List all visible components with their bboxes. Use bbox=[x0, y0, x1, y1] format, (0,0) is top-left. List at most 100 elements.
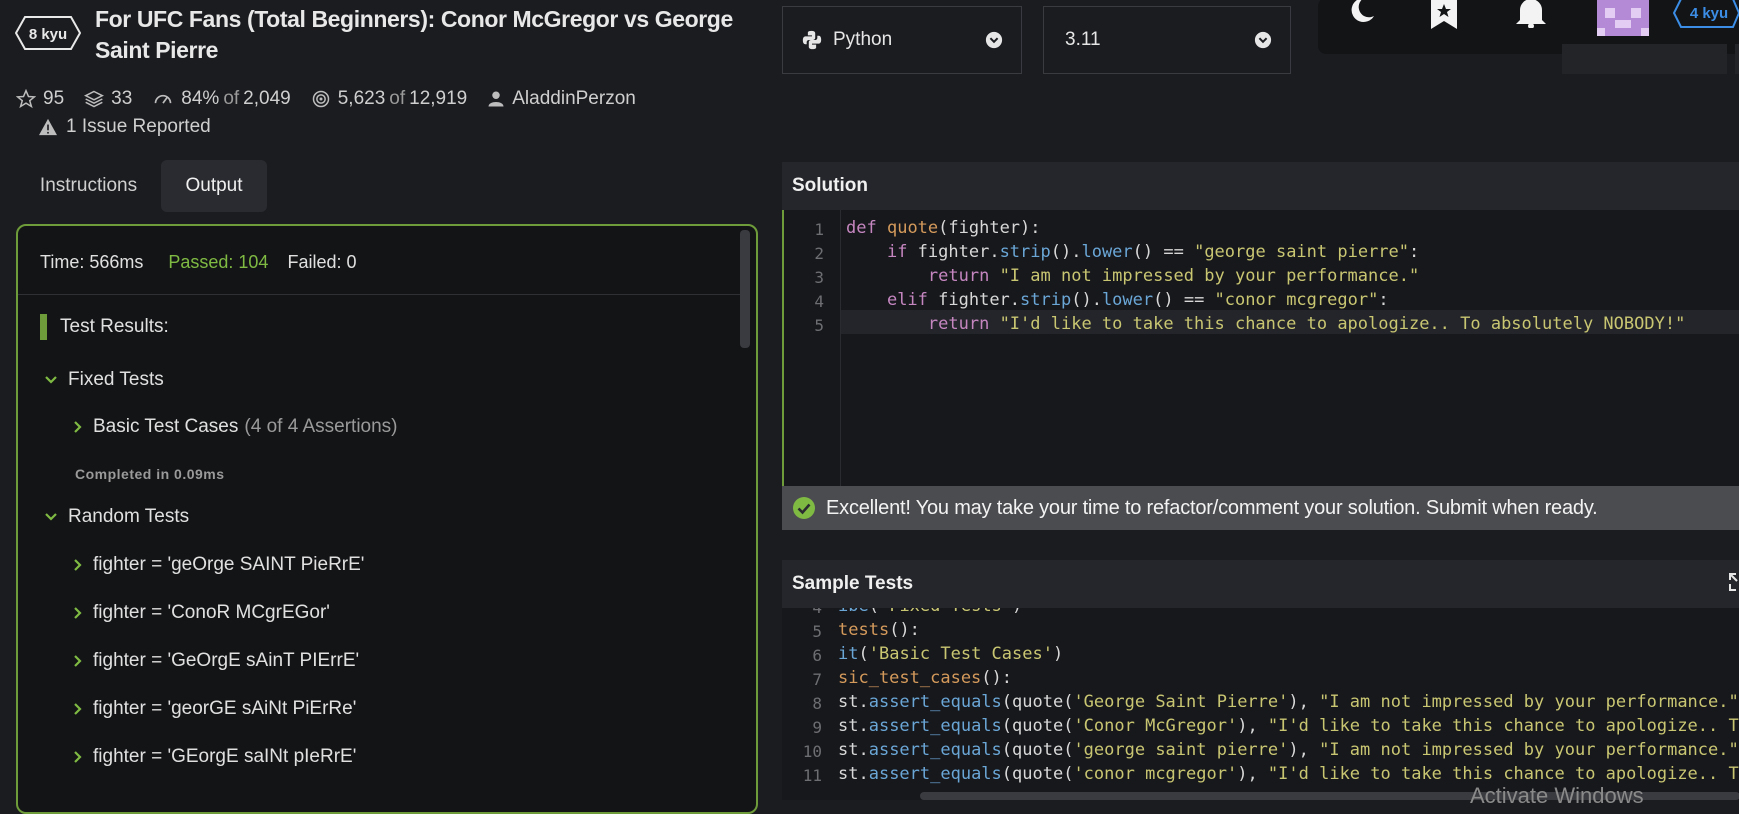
stars-stat[interactable]: 95 bbox=[16, 88, 64, 110]
random-tests-group[interactable]: Random Tests bbox=[44, 506, 189, 528]
completed-time: Completed in 0.09ms bbox=[75, 466, 225, 482]
issues-text: 1 Issue Reported bbox=[66, 116, 211, 137]
version-select[interactable]: 3.11 bbox=[1043, 6, 1291, 74]
tab-instructions[interactable]: Instructions bbox=[16, 160, 161, 212]
line-number: 3 bbox=[814, 268, 824, 287]
chevron-right-icon bbox=[74, 703, 82, 715]
stars-count: 95 bbox=[43, 88, 65, 109]
solution-title: Solution bbox=[782, 162, 1739, 210]
output-panel: Time: 566ms Passed: 104 Failed: 0 Test R… bbox=[16, 224, 758, 814]
random-test-label: fighter = 'georGE sAiNt PiErRe' bbox=[93, 698, 357, 719]
chevron-down-icon bbox=[985, 31, 1003, 49]
author-name[interactable]: AladdinPerzon bbox=[512, 88, 636, 110]
code-line: st.assert_equals(quote('George Saint Pie… bbox=[838, 692, 1739, 712]
warning-icon bbox=[39, 118, 57, 136]
author-stat[interactable]: AladdinPerzon bbox=[487, 88, 636, 110]
chevron-right-icon bbox=[74, 559, 82, 571]
line-number: 2 bbox=[814, 244, 824, 263]
chevron-down-icon bbox=[45, 513, 57, 521]
sample-tests-title: Sample Tests bbox=[782, 560, 1739, 608]
line-number: 5 bbox=[814, 316, 824, 335]
passed-count: Passed: 104 bbox=[168, 252, 269, 272]
chevron-right-icon bbox=[74, 607, 82, 619]
divider bbox=[18, 294, 743, 295]
collections-count: 33 bbox=[111, 88, 133, 109]
code-line: return "I am not impressed by your perfo… bbox=[927, 266, 1420, 286]
code-line: it('Basic Test Cases') bbox=[838, 644, 1064, 664]
list-item[interactable]: fighter = 'geOrge SAINT PieRrE' bbox=[73, 554, 364, 576]
gauge-icon bbox=[154, 94, 172, 104]
tab-output[interactable]: Output bbox=[161, 160, 267, 212]
line-number: 5 bbox=[812, 622, 822, 641]
star-icon bbox=[16, 89, 36, 109]
avatar[interactable] bbox=[1597, 0, 1649, 36]
satisfaction-of: of bbox=[223, 88, 240, 109]
sample-tests-editor[interactable]: 4 5 6 7 8 9 10 11 ibe('Fixed Tests') tes… bbox=[782, 608, 1739, 800]
time-text: Time: 566ms bbox=[40, 252, 144, 272]
line-number: 1 bbox=[814, 220, 824, 239]
fixed-tests-label: Fixed Tests bbox=[68, 369, 164, 390]
layers-icon bbox=[84, 90, 105, 108]
failed-count: Failed: 0 bbox=[287, 252, 357, 272]
kata-stats: 95 33 84% of 2,049 5,623 of 12,919 Aladd… bbox=[16, 87, 656, 111]
toolbar-button-placeholder[interactable] bbox=[1562, 44, 1727, 74]
line-number: 10 bbox=[802, 742, 822, 761]
random-test-label: fighter = 'GeOrgE sAinT PIErrE' bbox=[93, 650, 360, 671]
bell-icon[interactable] bbox=[1514, 0, 1548, 28]
solution-editor[interactable]: 1 2 3 4 5 def quote(fighter): if fighter… bbox=[782, 210, 1739, 486]
line-number: 6 bbox=[812, 646, 822, 665]
list-item[interactable]: fighter = 'GeOrgE sAinT PIErrE' bbox=[73, 650, 359, 672]
code-line: elif fighter.strip().lower() == "conor m… bbox=[886, 290, 1389, 310]
random-test-label: fighter = 'geOrge SAINT PieRrE' bbox=[93, 554, 365, 575]
line-number: 4 bbox=[782, 608, 822, 617]
satisfaction-stat: 84% of 2,049 bbox=[152, 88, 291, 110]
user-rank-text: 4 kyu bbox=[1690, 5, 1728, 22]
basic-test-cases-item[interactable]: Basic Test Cases (4 of 4 Assertions) bbox=[73, 416, 398, 438]
line-number: 11 bbox=[802, 766, 822, 785]
output-scrollbar[interactable] bbox=[740, 230, 750, 348]
test-results-marker bbox=[40, 314, 47, 340]
line-number: 8 bbox=[812, 694, 822, 713]
list-item[interactable]: fighter = 'ConoR MCgrEGor' bbox=[73, 602, 330, 624]
issues-link[interactable]: 1 Issue Reported bbox=[38, 116, 211, 138]
check-circle-icon bbox=[793, 497, 815, 519]
code-line: st.assert_equals(quote('george saint pie… bbox=[838, 740, 1739, 760]
code-line: sic_test_cases(): bbox=[838, 668, 1013, 688]
user-rank-badge[interactable]: 4 kyu bbox=[1673, 0, 1739, 28]
windows-watermark: Activate Windows bbox=[1470, 783, 1644, 808]
bookmark-star-icon[interactable] bbox=[1430, 0, 1458, 30]
code-line: tests(): bbox=[838, 620, 920, 640]
rank-badge: 8 kyu bbox=[15, 16, 81, 50]
completions-of: of bbox=[389, 88, 406, 109]
user-icon bbox=[488, 91, 504, 107]
chevron-right-icon bbox=[74, 751, 82, 763]
success-banner: Excellent! You may take your time to ref… bbox=[782, 486, 1739, 530]
toolbar-edge bbox=[1735, 44, 1739, 74]
random-test-label: fighter = 'ConoR MCgrEGor' bbox=[93, 602, 330, 623]
random-test-label: fighter = 'GEorgE saINt pIeRrE' bbox=[93, 746, 357, 767]
chevron-down-icon bbox=[45, 376, 57, 384]
fixed-tests-group[interactable]: Fixed Tests bbox=[44, 369, 164, 391]
list-item[interactable]: fighter = 'georGE sAiNt PiErRe' bbox=[73, 698, 356, 720]
line-number: 7 bbox=[812, 670, 822, 689]
completions-count: 5,623 bbox=[337, 88, 386, 109]
language-select[interactable]: Python bbox=[782, 6, 1022, 74]
random-tests-label: Random Tests bbox=[68, 506, 190, 527]
code-line: if fighter.strip().lower() == "george sa… bbox=[886, 242, 1420, 262]
kata-title: For UFC Fans (Total Beginners): Conor Mc… bbox=[95, 6, 733, 63]
code-line: return "I'd like to take this chance to … bbox=[927, 314, 1686, 334]
expand-icon[interactable] bbox=[1728, 572, 1739, 592]
chevron-down-icon bbox=[1254, 31, 1272, 49]
python-icon bbox=[802, 30, 822, 50]
test-results-label: Test Results: bbox=[60, 316, 169, 337]
line-number: 4 bbox=[814, 292, 824, 311]
code-line: st.assert_equals(quote('conor mcgregor')… bbox=[838, 764, 1739, 784]
version-value: 3.11 bbox=[1065, 29, 1101, 50]
avatar-pattern bbox=[1597, 8, 1649, 36]
moon-icon[interactable] bbox=[1344, 0, 1376, 28]
chevron-right-icon bbox=[74, 421, 82, 433]
output-summary: Time: 566ms Passed: 104 Failed: 0 bbox=[40, 252, 357, 273]
target-icon bbox=[312, 90, 329, 108]
list-item[interactable]: fighter = 'GEorgE saINt pIeRrE' bbox=[73, 746, 356, 768]
satisfaction-total: 2,049 bbox=[243, 88, 291, 109]
